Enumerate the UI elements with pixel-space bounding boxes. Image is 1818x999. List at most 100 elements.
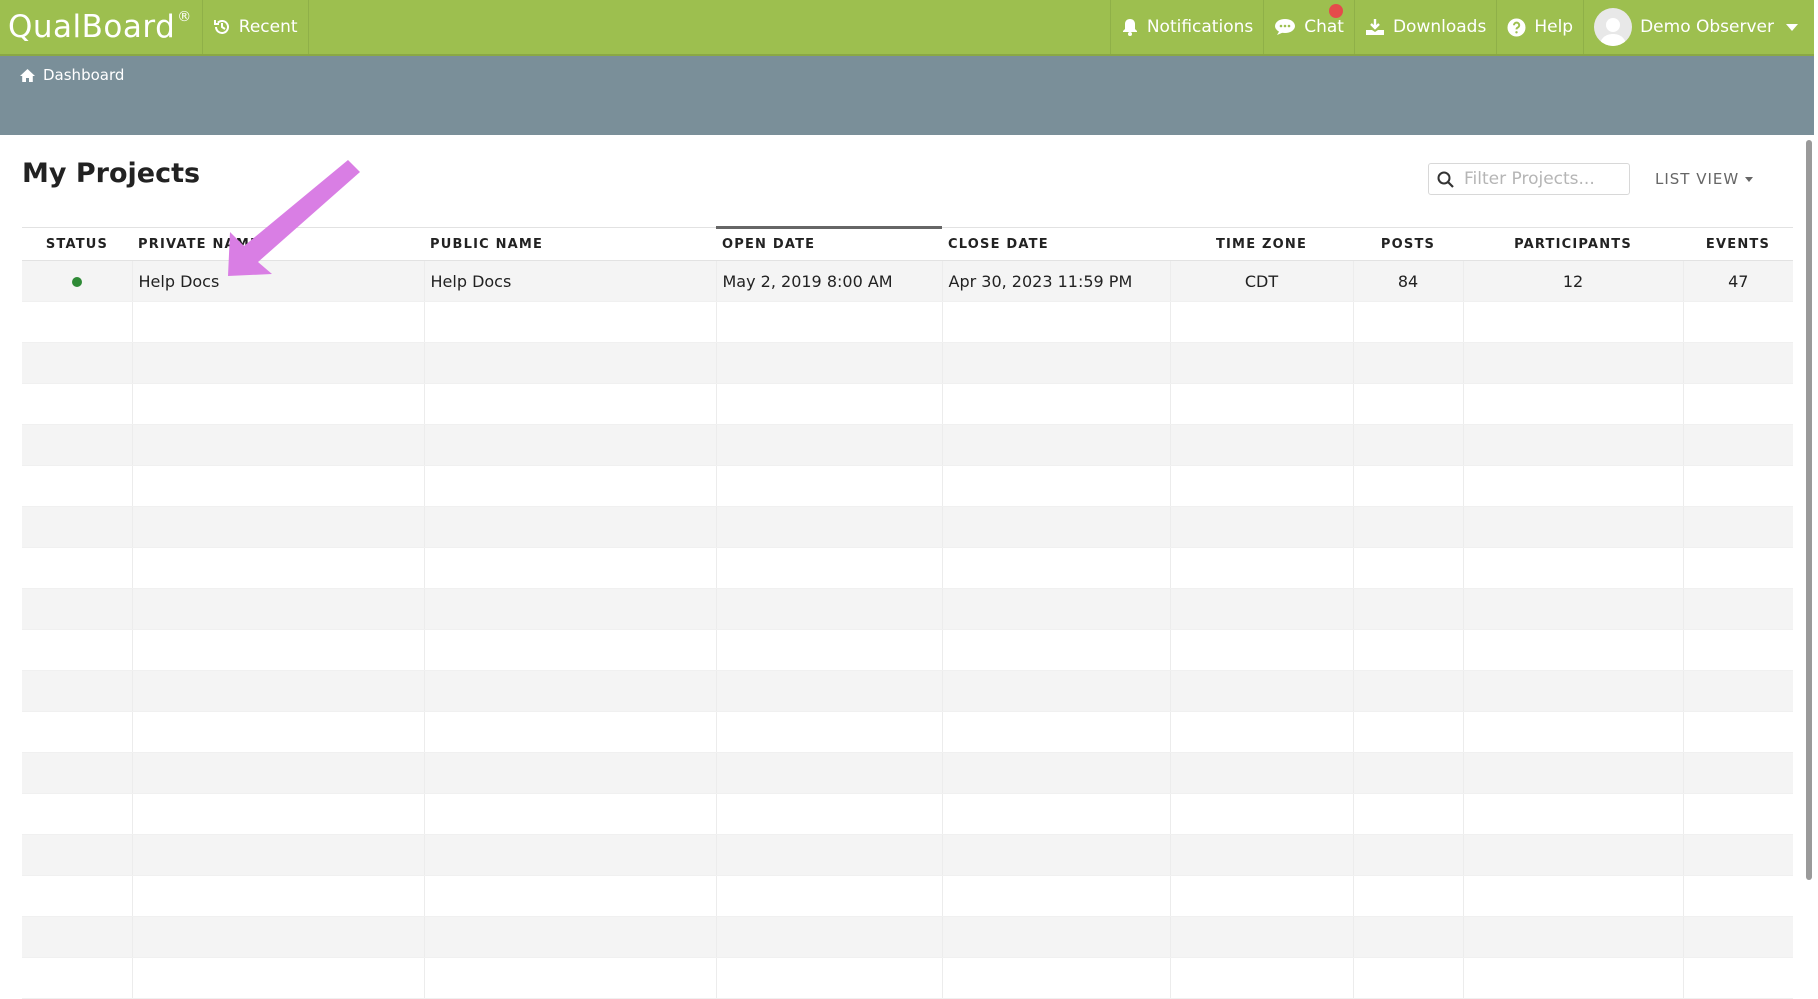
brand-logo[interactable]: QualBoard ® bbox=[0, 0, 203, 54]
empty-cell bbox=[1683, 875, 1793, 917]
chat-unread-badge bbox=[1329, 4, 1344, 18]
empty-cell bbox=[942, 547, 1171, 589]
empty-cell bbox=[716, 588, 943, 630]
empty-cell bbox=[1353, 588, 1464, 630]
nav-recent[interactable]: Recent bbox=[203, 0, 309, 54]
nav-help[interactable]: Help bbox=[1496, 0, 1583, 54]
empty-cell bbox=[22, 752, 133, 794]
top-navbar: QualBoard ® Recent Notifications Chat Dow… bbox=[0, 0, 1814, 56]
empty-cell bbox=[424, 957, 717, 999]
empty-cell bbox=[716, 424, 943, 466]
empty-cell bbox=[132, 588, 425, 630]
annotation-arrow bbox=[228, 160, 360, 276]
list-view-dropdown[interactable]: LIST VIEW bbox=[1655, 170, 1754, 188]
empty-cell bbox=[424, 793, 717, 835]
empty-cell bbox=[424, 834, 717, 876]
col-posts[interactable]: POSTS bbox=[1353, 227, 1463, 261]
empty-cell bbox=[716, 670, 943, 712]
empty-cell bbox=[1170, 711, 1354, 753]
empty-cell bbox=[1170, 629, 1354, 671]
breadcrumb-bar: Dashboard bbox=[0, 56, 1814, 135]
empty-cell bbox=[1170, 875, 1354, 917]
nav-notifications[interactable]: Notifications bbox=[1109, 0, 1263, 54]
filter-projects[interactable] bbox=[1428, 163, 1630, 195]
nav-chat-label: Chat bbox=[1304, 17, 1344, 37]
empty-cell bbox=[1683, 588, 1793, 630]
empty-row bbox=[22, 629, 1793, 671]
empty-cell bbox=[1463, 547, 1684, 589]
empty-cell bbox=[22, 588, 133, 630]
time-zone-cell: CDT bbox=[1170, 260, 1354, 302]
empty-cell bbox=[132, 711, 425, 753]
empty-cell bbox=[716, 752, 943, 794]
empty-cell bbox=[132, 547, 425, 589]
filter-projects-input[interactable] bbox=[1462, 168, 1626, 190]
empty-cell bbox=[22, 383, 133, 425]
nav-chat[interactable]: Chat bbox=[1263, 0, 1354, 54]
empty-cell bbox=[1683, 383, 1793, 425]
empty-cell bbox=[1353, 506, 1464, 548]
empty-cell bbox=[1353, 301, 1464, 343]
empty-cell bbox=[1683, 424, 1793, 466]
col-participants[interactable]: PARTICIPANTS bbox=[1463, 227, 1683, 261]
empty-cell bbox=[942, 424, 1171, 466]
projects-table: STATUS PRIVATE NAME PUBLIC NAME OPEN DAT… bbox=[22, 226, 1793, 999]
breadcrumb[interactable]: Dashboard bbox=[19, 66, 124, 84]
empty-cell bbox=[132, 465, 425, 507]
empty-cell bbox=[22, 629, 133, 671]
empty-cell bbox=[1353, 424, 1464, 466]
col-open-date[interactable]: OPEN DATE bbox=[716, 226, 942, 261]
page-title: My Projects bbox=[22, 158, 201, 189]
empty-cell bbox=[942, 383, 1171, 425]
col-public-name[interactable]: PUBLIC NAME bbox=[424, 227, 716, 261]
empty-cell bbox=[1463, 629, 1684, 671]
user-menu[interactable]: Demo Observer bbox=[1583, 0, 1814, 54]
col-events[interactable]: EVENTS bbox=[1683, 227, 1793, 261]
scrollbar[interactable] bbox=[1806, 140, 1812, 880]
empty-cell bbox=[1683, 916, 1793, 958]
brand-name: QualBoard bbox=[8, 9, 176, 45]
empty-cell bbox=[424, 301, 717, 343]
empty-cell bbox=[1170, 301, 1354, 343]
empty-cell bbox=[1463, 875, 1684, 917]
empty-cell bbox=[1170, 547, 1354, 589]
empty-cell bbox=[132, 301, 425, 343]
empty-cell bbox=[942, 588, 1171, 630]
user-name: Demo Observer bbox=[1640, 17, 1774, 37]
empty-row bbox=[22, 465, 1793, 507]
empty-row bbox=[22, 547, 1793, 589]
empty-cell bbox=[132, 629, 425, 671]
empty-row bbox=[22, 793, 1793, 835]
empty-cell bbox=[1683, 506, 1793, 548]
empty-cell bbox=[716, 465, 943, 507]
empty-cell bbox=[22, 465, 133, 507]
empty-cell bbox=[1353, 342, 1464, 384]
search-icon bbox=[1437, 171, 1454, 188]
empty-cell bbox=[1683, 670, 1793, 712]
empty-cell bbox=[132, 424, 425, 466]
empty-cell bbox=[1683, 465, 1793, 507]
empty-cell bbox=[1353, 752, 1464, 794]
empty-cell bbox=[22, 342, 133, 384]
empty-cell bbox=[132, 793, 425, 835]
history-icon bbox=[213, 20, 229, 34]
col-time-zone[interactable]: TIME ZONE bbox=[1170, 227, 1353, 261]
empty-cell bbox=[424, 424, 717, 466]
empty-cell bbox=[424, 547, 717, 589]
empty-cell bbox=[424, 383, 717, 425]
empty-cell bbox=[1683, 629, 1793, 671]
empty-cell bbox=[22, 547, 133, 589]
empty-cell bbox=[1463, 916, 1684, 958]
nav-downloads[interactable]: Downloads bbox=[1353, 0, 1496, 54]
empty-cell bbox=[1463, 957, 1684, 999]
empty-cell bbox=[1170, 957, 1354, 999]
empty-cell bbox=[942, 465, 1171, 507]
public-name-cell: Help Docs bbox=[424, 260, 717, 302]
empty-cell bbox=[1353, 834, 1464, 876]
empty-cell bbox=[1170, 834, 1354, 876]
col-close-date[interactable]: CLOSE DATE bbox=[942, 227, 1170, 261]
col-status[interactable]: STATUS bbox=[22, 227, 132, 261]
empty-cell bbox=[1683, 301, 1793, 343]
empty-cell bbox=[424, 629, 717, 671]
empty-cell bbox=[942, 957, 1171, 999]
